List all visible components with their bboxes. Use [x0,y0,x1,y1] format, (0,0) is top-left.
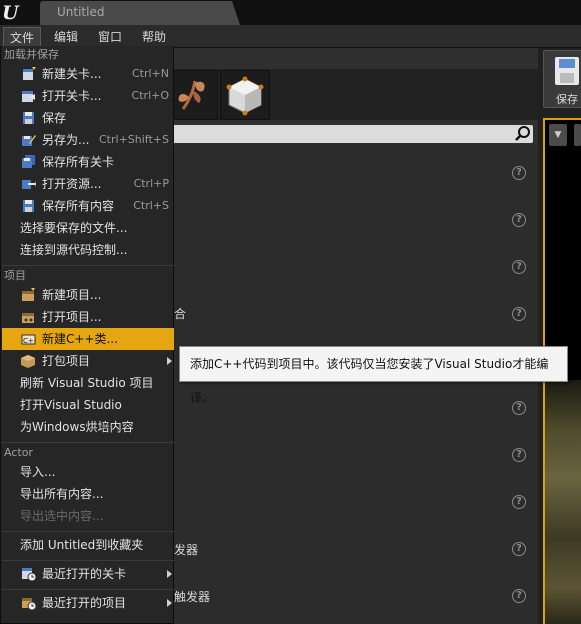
help-icon[interactable]: ? [512,448,526,462]
menu-item-recent-levels[interactable]: 最近打开的关卡 [2,563,174,585]
menu-item-export-all[interactable]: 导出所有内容... [2,483,174,505]
open-level-icon [22,91,35,102]
menu-item-refresh-vs-project[interactable]: 刷新 Visual Studio 项目 [2,372,174,394]
help-icon[interactable]: ? [512,166,526,180]
cpp-class-icon: C++ [21,334,36,345]
menu-separator [2,442,174,443]
menu-item-choose-files-to-save[interactable]: 选择要保存的文件... [2,217,174,239]
unreal-logo-icon: U [2,2,19,24]
open-project-icon [22,313,34,323]
geometry-mode-tab[interactable] [220,70,270,120]
help-icon[interactable]: ? [512,307,526,321]
file-menu-dropdown: 加载并保存 新建关卡... Ctrl+N 打开关卡... Ctrl+O 保存 另… [0,46,174,624]
save-all-icon [23,200,34,212]
menu-item-cook-windows[interactable]: 为Windows烘培内容 [2,416,174,438]
menu-item-open-asset[interactable]: 打开资源... Ctrl+P [2,173,174,195]
menu-edit[interactable]: 编辑 [47,27,85,47]
menu-item-new-project[interactable]: 新建项目... [2,284,174,306]
placement-item-label: 发器 [174,543,199,557]
menu-item-new-level[interactable]: 新建关卡... Ctrl+N [2,63,174,85]
viewport-options-button[interactable]: ▼ [549,124,567,146]
cpp-class-tooltip: 添加C++代码到项目中。该代码仅当您安装了Visual Studio才能编译。 [179,346,568,405]
foliage-mode-tab[interactable] [168,70,218,120]
title-bar: U Untitled [0,0,581,25]
save-all-levels-icon [22,155,35,168]
recent-projects-icon [22,598,36,610]
section-header-load-save: 加载并保存 [4,48,59,61]
viewport-terrain [545,380,581,624]
help-icon[interactable]: ? [512,495,526,509]
document-tab-title: Untitled [57,5,105,19]
save-icon [555,57,579,85]
menu-item-save-as[interactable]: 另存为... Ctrl+Shift+S [2,129,174,151]
help-icon[interactable]: ? [512,542,526,556]
new-level-icon [23,67,36,80]
package-icon [21,355,35,368]
help-icon[interactable]: ? [512,401,526,415]
menu-item-save-all-levels[interactable]: 保存所有关卡 [2,151,174,173]
placement-item-label: 合 [174,307,187,321]
search-icon[interactable] [514,125,532,143]
recent-levels-icon [22,568,36,581]
submenu-arrow-icon [167,599,172,607]
menu-separator [2,531,174,532]
help-icon[interactable]: ? [512,213,526,227]
save-icon [23,112,34,124]
save-button-label: 保存 [556,93,578,106]
menu-item-import[interactable]: 导入... [2,461,174,483]
section-header-actor: Actor [4,446,33,459]
svg-text:C++: C++ [23,337,36,345]
menu-separator [2,265,174,266]
menu-item-package-project[interactable]: 打包项目 [2,350,174,372]
submenu-arrow-icon [167,570,172,578]
menu-item-open-level[interactable]: 打开关卡... Ctrl+O [2,85,174,107]
menu-item-open-vs[interactable]: 打开Visual Studio [2,394,174,416]
placement-list [173,145,538,624]
menu-item-open-project[interactable]: 打开项目... [2,306,174,328]
placement-item-label: 触发器 [174,590,211,604]
document-tab[interactable]: Untitled [40,1,240,25]
viewport-perspective-button[interactable] [574,124,581,146]
menu-bar: 文件 编辑 窗口 帮助 [0,25,581,48]
menu-item-save[interactable]: 保存 [2,107,174,129]
menu-item-connect-source-control[interactable]: 连接到源代码控制... [2,239,174,261]
open-asset-icon [22,180,36,189]
toolbar-save-button[interactable]: 保存 [543,50,581,108]
search-input[interactable] [173,125,533,143]
menu-item-export-selected: 导出选中内容... [20,509,104,523]
section-header-project: 项目 [4,269,26,282]
new-project-icon [22,288,35,301]
menu-item-add-favorites[interactable]: 添加 Untitled到收藏夹 [2,534,174,556]
menu-item-save-all[interactable]: 保存所有内容 Ctrl+S [2,195,174,217]
submenu-arrow-icon [167,357,172,365]
geometry-cube-icon [226,76,264,116]
menu-help[interactable]: 帮助 [135,27,173,47]
menu-file[interactable]: 文件 [3,27,41,47]
menu-window[interactable]: 窗口 [91,27,129,47]
menu-separator [2,589,174,590]
save-as-icon [22,135,36,146]
menu-separator [2,560,174,561]
menu-item-new-cpp-class[interactable]: C++ 新建C++类... [2,328,174,350]
foliage-icon [178,80,205,110]
help-icon[interactable]: ? [512,589,526,603]
help-icon[interactable]: ? [512,260,526,274]
menu-item-recent-projects[interactable]: 最近打开的项目 [2,592,174,614]
